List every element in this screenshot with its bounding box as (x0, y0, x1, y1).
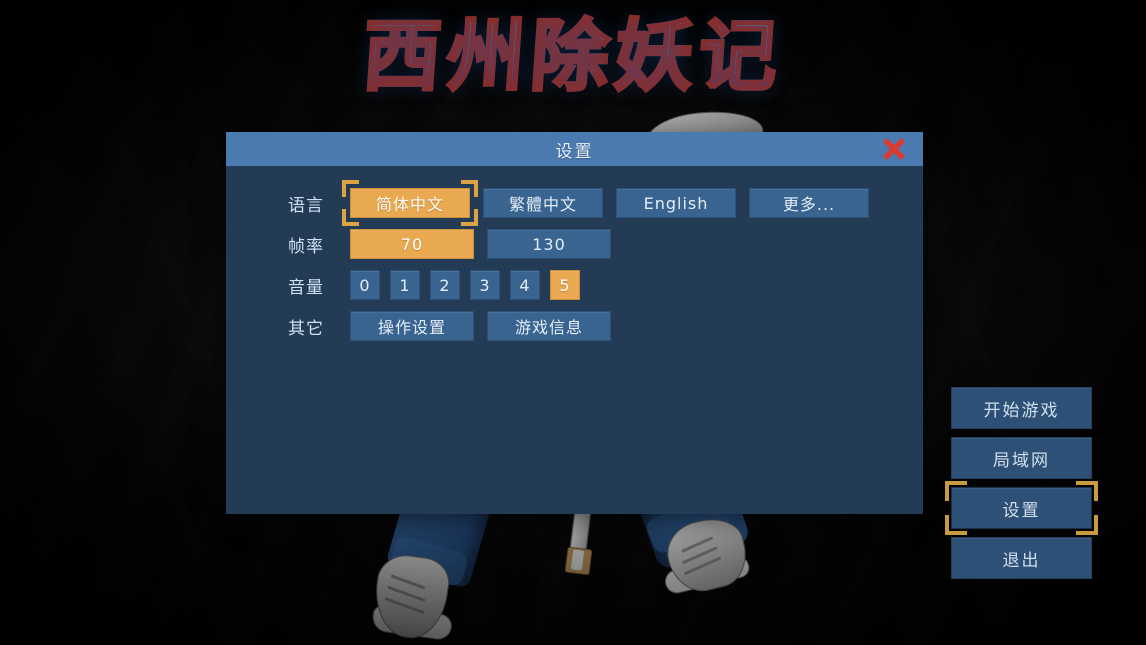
framerate-option-70[interactable]: 70 (350, 229, 474, 259)
menu-item-settings-label: 设置 (1002, 500, 1041, 521)
settings-panel-titlebar: 设置 (226, 132, 923, 166)
volume-option-2[interactable]: 2 (430, 270, 460, 300)
settings-row-other: 其它 操作设置 游戏信息 (226, 311, 923, 341)
menu-item-exit[interactable]: 退出 (951, 537, 1092, 579)
settings-row-framerate: 帧率 70 130 (226, 229, 923, 259)
other-option-control-settings[interactable]: 操作设置 (350, 311, 474, 341)
framerate-option-130-label: 130 (532, 234, 566, 254)
menu-item-exit-label: 退出 (1002, 550, 1041, 571)
other-option-game-info[interactable]: 游戏信息 (487, 311, 611, 341)
language-option-traditional-chinese-label: 繁體中文 (508, 195, 577, 214)
volume-option-1[interactable]: 1 (390, 270, 420, 300)
menu-item-lan-label: 局域网 (993, 450, 1050, 471)
menu-item-start-game-label: 开始游戏 (983, 400, 1060, 421)
volume-option-0[interactable]: 0 (350, 270, 380, 300)
menu-item-start-game[interactable]: 开始游戏 (951, 387, 1092, 429)
volume-option-2-label: 2 (439, 275, 451, 295)
language-option-english[interactable]: English (616, 188, 736, 218)
settings-panel-body: 语言 简体中文 繁體中文 English 更多... 帧率 70 130 音量 … (226, 166, 923, 341)
label-language: 语言 (288, 195, 324, 216)
label-other: 其它 (288, 318, 324, 339)
menu-item-lan[interactable]: 局域网 (951, 437, 1092, 479)
language-option-simplified-chinese[interactable]: 简体中文 (342, 180, 478, 226)
framerate-option-130[interactable]: 130 (487, 229, 611, 259)
language-option-more-label: 更多... (782, 195, 836, 214)
label-framerate: 帧率 (288, 236, 324, 257)
volume-option-4[interactable]: 4 (510, 270, 540, 300)
language-option-traditional-chinese[interactable]: 繁體中文 (483, 188, 603, 218)
volume-option-3-label: 3 (479, 275, 491, 295)
settings-row-language: 语言 简体中文 繁體中文 English 更多... (226, 180, 923, 226)
settings-row-volume: 音量 0 1 2 3 4 5 (226, 270, 923, 300)
volume-option-1-label: 1 (399, 275, 411, 295)
close-icon[interactable] (879, 134, 909, 164)
framerate-option-70-label: 70 (400, 234, 424, 254)
volume-option-0-label: 0 (359, 275, 371, 295)
menu-item-settings[interactable]: 设置 (945, 481, 1098, 535)
language-option-simplified-chinese-label: 简体中文 (375, 195, 444, 214)
language-option-english-label: English (643, 193, 709, 213)
volume-option-5[interactable]: 5 (550, 270, 580, 300)
label-volume: 音量 (288, 277, 324, 298)
volume-option-4-label: 4 (519, 275, 531, 295)
main-menu: 开始游戏 局域网 设置 退出 (945, 387, 1098, 587)
other-option-game-info-label: 游戏信息 (514, 318, 583, 337)
settings-panel: 设置 语言 简体中文 繁體中文 English 更多... 帧率 70 130 … (226, 132, 923, 514)
volume-option-3[interactable]: 3 (470, 270, 500, 300)
settings-panel-title: 设置 (555, 141, 594, 162)
other-option-control-settings-label: 操作设置 (377, 318, 446, 337)
language-option-more[interactable]: 更多... (749, 188, 869, 218)
volume-option-5-label: 5 (559, 275, 571, 295)
game-title-logo: 西州除妖记 (0, 11, 1146, 104)
